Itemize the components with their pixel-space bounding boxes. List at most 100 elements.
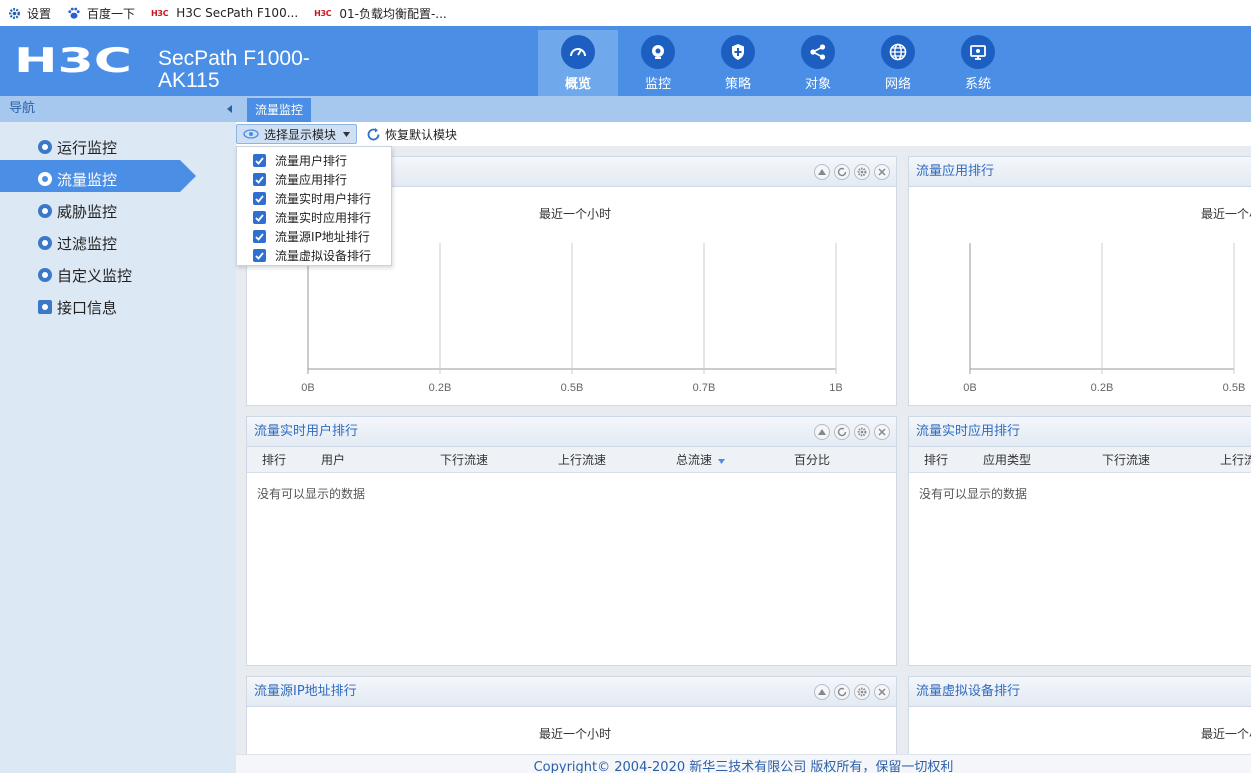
panel-header: 流量实时用户排行 bbox=[247, 417, 896, 447]
app-header: H3C SecPath F1000- AK115 概览 监控 策略 对象 网络 bbox=[0, 26, 1251, 96]
module-option-virtual-device-rank[interactable]: 流量虚拟设备排行 bbox=[237, 246, 391, 265]
checkbox-checked-icon[interactable] bbox=[253, 173, 266, 186]
nav-label: 网络 bbox=[884, 77, 911, 92]
caret-up-icon bbox=[818, 429, 826, 435]
close-button[interactable] bbox=[874, 164, 890, 180]
bookmark-baidu[interactable]: 百度一下 bbox=[67, 5, 135, 22]
sidebar-item-traffic-monitor[interactable]: 流量监控 bbox=[0, 163, 236, 195]
module-option-label: 流量用户排行 bbox=[275, 154, 348, 168]
sidebar-item-label: 流量监控 bbox=[57, 170, 118, 189]
column-rank[interactable]: 排行 bbox=[262, 447, 286, 473]
h3c-favicon: H3C bbox=[151, 8, 169, 18]
table-header: 排行 用户 下行流速 上行流速 总流速 百分比 bbox=[247, 447, 896, 473]
settings-button[interactable] bbox=[854, 424, 870, 440]
bookmark-label: 百度一下 bbox=[87, 6, 136, 21]
refresh-button[interactable] bbox=[834, 164, 850, 180]
module-option-label: 流量源IP地址排行 bbox=[275, 230, 370, 244]
restore-default-label: 恢复默认模块 bbox=[385, 127, 458, 142]
sidebar-item-label: 过滤监控 bbox=[57, 234, 118, 253]
select-module-label: 选择显示模块 bbox=[264, 127, 337, 142]
collapse-button[interactable] bbox=[814, 424, 830, 440]
sidebar-item-custom-monitor[interactable]: 自定义监控 bbox=[0, 259, 236, 291]
bookmark-settings[interactable]: 设置 bbox=[8, 5, 51, 22]
module-option-realtime-app-rank[interactable]: 流量实时应用排行 bbox=[237, 208, 391, 227]
module-toolbar: 选择显示模块 恢复默认模块 bbox=[236, 122, 1251, 146]
filter-monitor-icon bbox=[38, 236, 52, 250]
refresh-button[interactable] bbox=[834, 424, 850, 440]
module-option-source-ip-rank[interactable]: 流量源IP地址排行 bbox=[237, 227, 391, 246]
nav-policy[interactable]: 策略 bbox=[698, 30, 778, 96]
sidebar-item-interface-info[interactable]: 接口信息 bbox=[0, 291, 236, 323]
nav-object[interactable]: 对象 bbox=[778, 30, 858, 96]
run-monitor-icon bbox=[38, 140, 52, 154]
checkbox-checked-icon[interactable] bbox=[253, 249, 266, 262]
panel-title: 流量实时用户排行 bbox=[254, 424, 359, 439]
settings-button[interactable] bbox=[854, 164, 870, 180]
custom-monitor-icon bbox=[38, 268, 52, 282]
restore-default-module-button[interactable]: 恢复默认模块 bbox=[366, 124, 457, 144]
nav-network[interactable]: 网络 bbox=[858, 30, 938, 96]
column-downstream-rate[interactable]: 下行流速 bbox=[440, 447, 488, 473]
caret-up-icon bbox=[818, 689, 826, 695]
tab-traffic-monitor[interactable]: 流量监控 bbox=[247, 98, 312, 122]
sidebar-item-filter-monitor[interactable]: 过滤监控 bbox=[0, 227, 236, 259]
bookmark-label: 01-负载均衡配置-... bbox=[339, 6, 447, 21]
bookmark-label: 设置 bbox=[27, 6, 52, 21]
nav-monitor[interactable]: 监控 bbox=[618, 30, 698, 96]
module-option-realtime-user-rank[interactable]: 流量实时用户排行 bbox=[237, 189, 391, 208]
collapse-button[interactable] bbox=[814, 684, 830, 700]
empty-message: 没有可以显示的数据 bbox=[257, 487, 366, 501]
module-option-traffic-app-rank[interactable]: 流量应用排行 bbox=[237, 170, 391, 189]
sidebar-item-label: 自定义监控 bbox=[57, 266, 133, 285]
sidebar-collapse-button[interactable] bbox=[224, 96, 236, 122]
sidebar-item-run-monitor[interactable]: 运行监控 bbox=[0, 131, 236, 163]
column-app-type[interactable]: 应用类型 bbox=[983, 447, 1031, 473]
refresh-icon bbox=[837, 687, 847, 697]
panel-title: 流量源IP地址排行 bbox=[254, 684, 357, 699]
module-option-traffic-user-rank[interactable]: 流量用户排行 bbox=[237, 151, 391, 170]
nav-system[interactable]: 系统 bbox=[938, 30, 1018, 96]
refresh-button[interactable] bbox=[834, 684, 850, 700]
column-upstream-rate[interactable]: 上行流 bbox=[1220, 447, 1251, 473]
checkbox-checked-icon[interactable] bbox=[253, 230, 266, 243]
checkbox-checked-icon[interactable] bbox=[253, 211, 266, 224]
nav-label: 概览 bbox=[564, 77, 591, 92]
panel-tools bbox=[810, 684, 890, 700]
bookmark-load-balance[interactable]: H3C 01-负载均衡配置-... bbox=[314, 5, 447, 22]
collapse-button[interactable] bbox=[814, 164, 830, 180]
monitor-camera-icon bbox=[641, 35, 675, 69]
column-downstream-rate[interactable]: 下行流速 bbox=[1102, 447, 1150, 473]
column-rank[interactable]: 排行 bbox=[924, 447, 948, 473]
gear-icon bbox=[857, 687, 867, 697]
module-option-label: 流量实时用户排行 bbox=[275, 192, 372, 206]
baidu-paw-icon bbox=[68, 7, 80, 19]
refresh-icon bbox=[837, 167, 847, 177]
traffic-app-rank-chart: 0B 0.2B 0.5B bbox=[963, 243, 1245, 394]
close-button[interactable] bbox=[874, 424, 890, 440]
close-button[interactable] bbox=[874, 684, 890, 700]
gear-icon bbox=[857, 427, 867, 437]
nav-label: 监控 bbox=[644, 77, 671, 92]
column-upstream-rate[interactable]: 上行流速 bbox=[558, 447, 606, 473]
checkbox-checked-icon[interactable] bbox=[253, 154, 266, 167]
navigation-sidebar: 导航 运行监控 流量监控 威胁监控 过滤监控 自定义监控 接口信息 bbox=[0, 96, 236, 773]
column-user[interactable]: 用户 bbox=[321, 447, 345, 473]
nav-overview[interactable]: 概览 bbox=[538, 30, 618, 96]
settings-button[interactable] bbox=[854, 684, 870, 700]
copyright-footer: Copyright© 2004-2020 新华三技术有限公司 版权所有，保留一切… bbox=[236, 754, 1251, 773]
close-icon bbox=[878, 428, 886, 436]
sidebar-item-threat-monitor[interactable]: 威胁监控 bbox=[0, 195, 236, 227]
column-percentage[interactable]: 百分比 bbox=[794, 447, 830, 473]
globe-icon bbox=[881, 35, 915, 69]
bookmark-h3c-secpath[interactable]: H3C H3C SecPath F100... bbox=[151, 6, 298, 20]
x-tick-label: 0.2B bbox=[1091, 382, 1114, 394]
checkbox-checked-icon[interactable] bbox=[253, 192, 266, 205]
panel-header: 流量虚拟设备排行 bbox=[909, 677, 1251, 707]
sidebar-item-label: 威胁监控 bbox=[57, 202, 118, 221]
panel-header: 流量实时应用排行 bbox=[909, 417, 1251, 447]
select-display-module-button[interactable]: 选择显示模块 bbox=[236, 124, 358, 144]
module-option-label: 流量应用排行 bbox=[275, 173, 348, 187]
column-total-rate[interactable]: 总流速 bbox=[676, 447, 725, 473]
sidebar-title: 导航 bbox=[0, 96, 236, 122]
nav-label: 系统 bbox=[964, 77, 991, 92]
